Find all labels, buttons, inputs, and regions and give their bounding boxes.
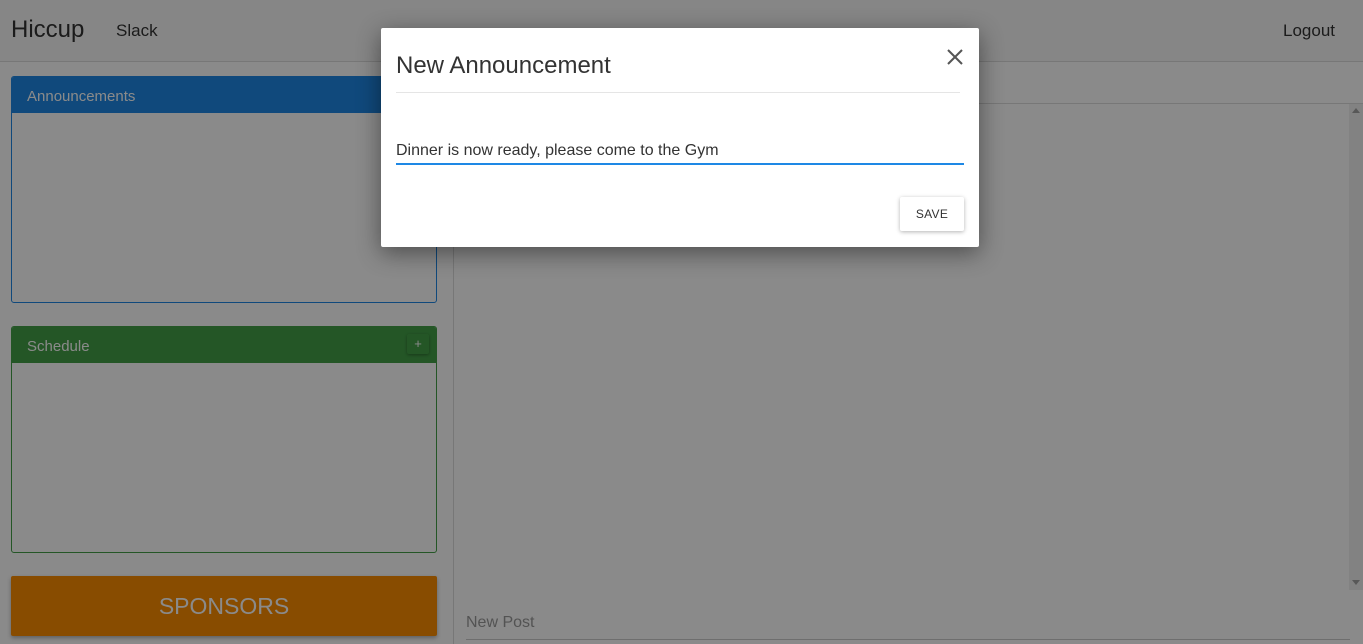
modal-title: New Announcement <box>396 52 611 79</box>
save-button[interactable]: SAVE <box>900 197 964 231</box>
modal-divider <box>396 92 960 93</box>
new-announcement-modal: New Announcement SAVE <box>381 28 979 247</box>
announcement-input[interactable] <box>396 138 964 165</box>
close-icon <box>947 49 963 65</box>
close-button[interactable] <box>944 46 966 68</box>
